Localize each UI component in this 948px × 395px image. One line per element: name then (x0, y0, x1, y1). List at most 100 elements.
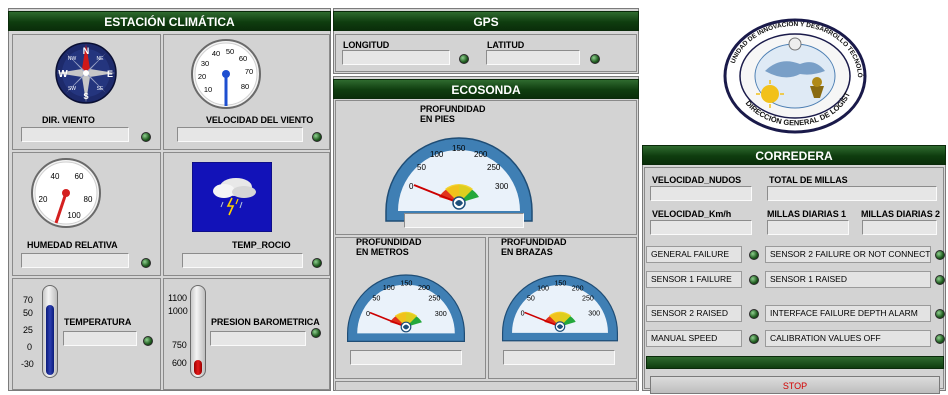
presion-label: PRESION BAROMETRICA (211, 317, 320, 327)
gauge-brazas-tick-0: 0 (521, 310, 525, 318)
status-manual-speed: MANUAL SPEED (646, 330, 742, 347)
temp-scale-neg30: -30 (21, 359, 34, 369)
depth-gauge-pies: 0 50 100 150 200 250 300 (385, 137, 533, 222)
temp-rocio-led (312, 258, 322, 268)
wind-tick-80: 80 (241, 82, 249, 91)
gauge-pies-tick-250: 250 (487, 163, 501, 172)
profundidad-metros-label: PROFUNDIDAD EN METROS (356, 237, 422, 257)
logo-area: UNIDAD DE INNOVACIÓN Y DESARROLLO TECNOL… (642, 8, 946, 143)
wind-tick-50: 50 (226, 47, 234, 56)
millas-diarias-1-label: MILLAS DIARIAS 1 (767, 209, 846, 219)
temp-rocio-value (182, 253, 303, 268)
profundidad-brazas-value (503, 350, 615, 365)
wind-tick-40: 40 (212, 49, 220, 58)
gauge-pies-tick-300: 300 (495, 182, 509, 191)
humidity-dial: 20 40 60 80 100 (31, 158, 101, 228)
latitud-value (486, 50, 580, 65)
total-millas-label: TOTAL DE MILLAS (769, 175, 848, 185)
presion-value (210, 331, 306, 346)
gauge-pies-tick-200: 200 (474, 150, 488, 159)
profundidad-pies-cell: PROFUNDIDAD EN PIES 0 50 100 150 200 250… (335, 100, 637, 235)
stop-button[interactable]: STOP (650, 376, 940, 394)
latitud-label: LATITUD (487, 40, 525, 50)
gauge-metros-tick-150: 150 (400, 278, 412, 287)
status-sensor1-failure: SENSOR 1 FAILURE (646, 271, 742, 288)
corredera-divider-bar (646, 356, 944, 369)
gauge-metros-tick-100: 100 (383, 283, 395, 292)
temperatura-cell: 70 50 25 0 -30 TEMPERATURA (12, 278, 161, 390)
velocidad-viento-led (312, 132, 322, 142)
status-manual-speed-led (749, 334, 759, 344)
corredera-header: CORREDERA (642, 145, 946, 165)
compass-e: E (107, 69, 113, 79)
temp-scale-50: 50 (23, 308, 33, 318)
depth-gauge-brazas: 0 50 100 150 200 250 300 (501, 274, 619, 342)
gauge-pies-tick-100: 100 (430, 150, 444, 159)
velocidad-kmh-label: VELOCIDAD_Km/h (652, 209, 732, 219)
pressure-scale-1100: 1100 (168, 293, 187, 303)
latitud-led (590, 54, 600, 64)
pressure-scale-750: 750 (172, 340, 187, 350)
status-sensor1-failure-led (749, 275, 759, 285)
humedad-relativa-cell: 20 40 60 80 100 HUMEDAD RELATIVA (12, 152, 161, 276)
profundidad-pies-value (404, 213, 524, 228)
logo-top-text: UNIDAD DE INNOVACIÓN Y DESARROLLO TECNOL… (720, 16, 865, 78)
compass-w: W (58, 69, 68, 80)
profundidad-brazas-label: PROFUNDIDAD EN BRAZAS (501, 237, 567, 257)
gauge-brazas-tick-300: 300 (588, 310, 600, 318)
dir-viento-led (141, 132, 151, 142)
longitud-led (459, 54, 469, 64)
dir-viento-cell: N S W E NW NE SW SE DIR. VIENTO (12, 34, 161, 150)
temperature-fill (46, 305, 54, 375)
pressure-scale-600: 600 (172, 358, 187, 368)
humidity-tick-100: 100 (67, 211, 81, 220)
humidity-tick-60: 60 (75, 172, 84, 181)
status-sensor2-raised: SENSOR 2 RAISED (646, 305, 742, 322)
humidity-tick-80: 80 (84, 195, 93, 204)
depth-gauge-metros: 0 50 100 150 200 250 300 (347, 274, 465, 342)
status-interface-failure-led (935, 309, 945, 319)
velocidad-nudos-value (650, 186, 752, 201)
status-sensor2-failure-led (935, 250, 945, 260)
compass-ne: NE (97, 56, 105, 62)
profundidad-metros-cell: PROFUNDIDAD EN METROS 0 50 100 150 200 2… (335, 237, 486, 379)
wind-tick-20: 20 (198, 72, 206, 81)
status-sensor1-raised-led (935, 275, 945, 285)
compass-icon: N S W E NW NE SW SE (55, 42, 117, 104)
status-interface-failure: INTERFACE FAILURE DEPTH ALARM (765, 305, 931, 322)
millas-diarias-2-value (862, 220, 937, 235)
gauge-brazas-tick-200: 200 (572, 284, 584, 292)
humidity-tick-20: 20 (39, 195, 48, 204)
velocidad-viento-label: VELOCIDAD DEL VIENTO (206, 115, 314, 125)
profundidad-brazas-cell: PROFUNDIDAD EN BRAZAS 0 50 100 150 200 2… (488, 237, 637, 379)
status-calibration-off: CALIBRATION VALUES OFF (765, 330, 931, 347)
humedad-relativa-label: HUMEDAD RELATIVA (27, 240, 118, 250)
ecosonda-footer (335, 381, 637, 391)
gauge-brazas-tick-250: 250 (582, 295, 594, 303)
pressure-scale-1000: 1000 (168, 306, 188, 316)
gauge-metros-tick-300: 300 (435, 309, 447, 318)
gauge-metros-tick-0: 0 (366, 309, 370, 318)
compass-s: S (83, 92, 89, 101)
gauge-pies-tick-50: 50 (417, 163, 426, 172)
wind-tick-30: 30 (201, 59, 209, 68)
longitud-label: LONGITUD (343, 40, 390, 50)
presion-led (311, 328, 321, 338)
temp-rocio-cell: TEMP_ROCIO (163, 152, 330, 276)
millas-diarias-1-value (767, 220, 849, 235)
status-sensor2-raised-led (749, 309, 759, 319)
temp-scale-0: 0 (27, 342, 32, 352)
millas-diarias-2-label: MILLAS DIARIAS 2 (861, 209, 940, 219)
status-sensor1-raised: SENSOR 1 RAISED (765, 271, 931, 288)
weather-storm-icon (192, 162, 272, 232)
compass-nw: NW (68, 56, 77, 62)
compass-se: SE (97, 86, 104, 92)
humedad-relativa-led (141, 258, 151, 268)
temperatura-led (143, 336, 153, 346)
logo-text: UNIDAD DE INNOVACIÓN Y DESARROLLO TECNOL… (720, 16, 865, 127)
wind-tick-60: 60 (239, 54, 247, 63)
pressure-fill (194, 360, 202, 375)
velocidad-viento-value (177, 127, 303, 142)
presion-cell: 1100 1000 750 600 PRESION BAROMETRICA (163, 278, 330, 390)
temp-rocio-label: TEMP_ROCIO (232, 240, 291, 250)
